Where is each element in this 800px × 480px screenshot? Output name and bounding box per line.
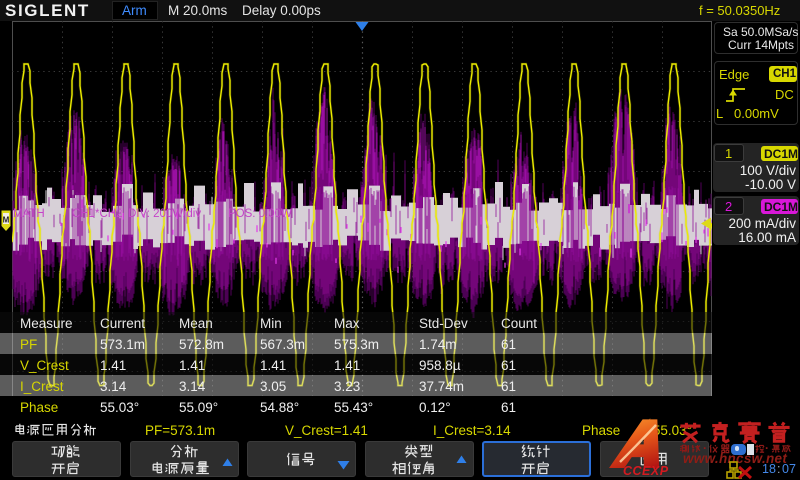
svg-text:CCEXP: CCEXP (623, 464, 669, 478)
svg-text:M: M (3, 216, 10, 225)
